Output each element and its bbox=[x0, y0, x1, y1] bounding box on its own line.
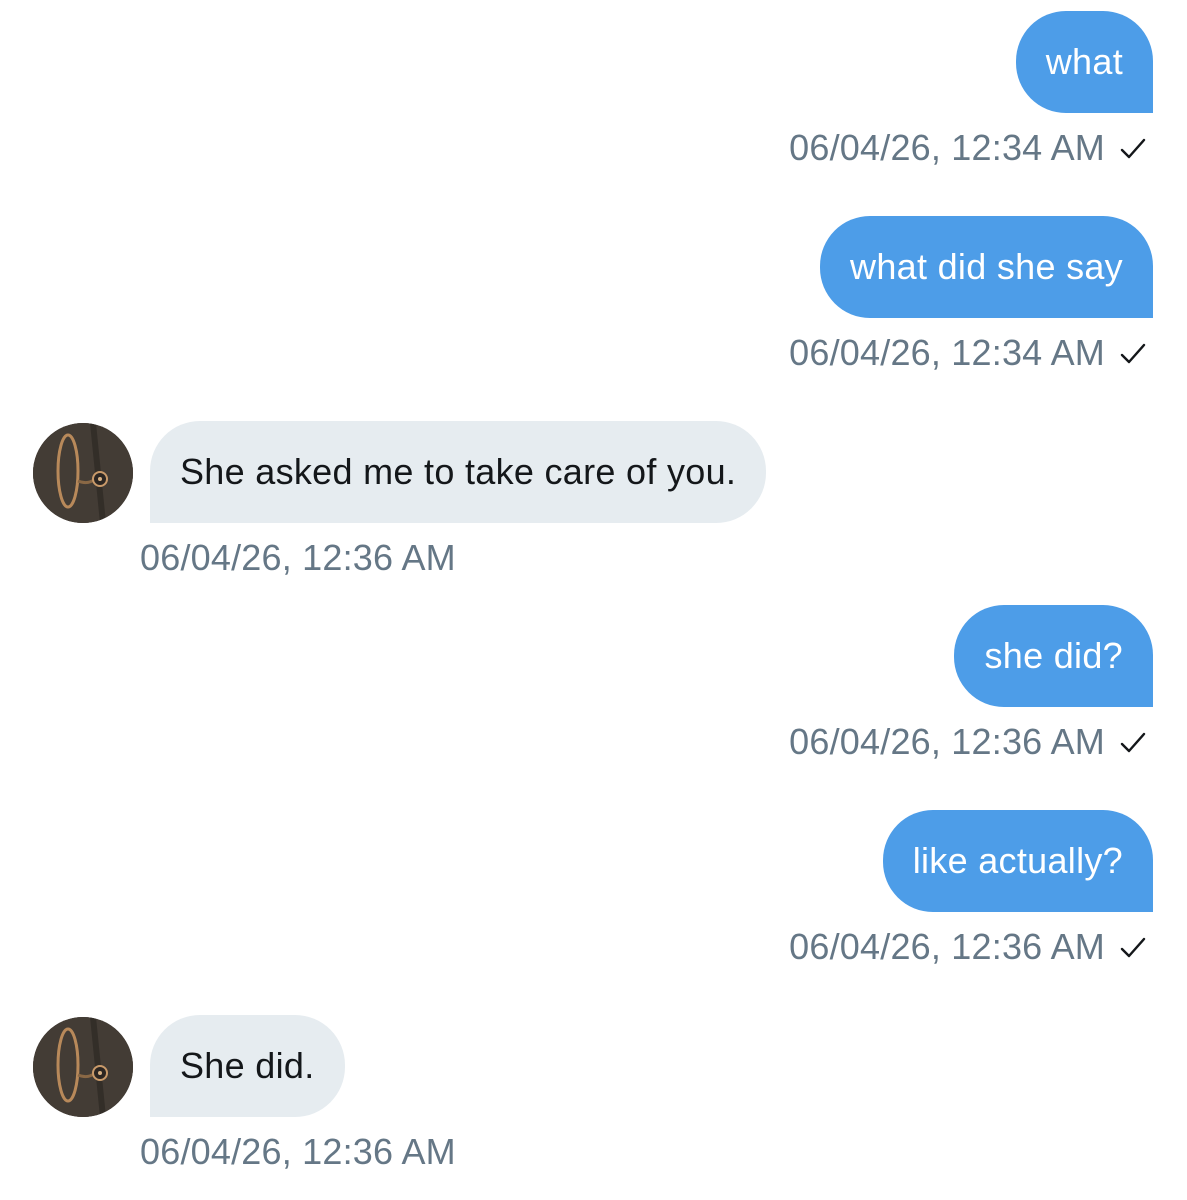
check-icon bbox=[1120, 732, 1146, 753]
message-text: like actually? bbox=[912, 840, 1123, 881]
message-thread: what 06/04/26, 12:34 AM what did she say… bbox=[0, 0, 1187, 1200]
message-text: She did. bbox=[180, 1045, 315, 1086]
message-timestamp: 06/04/26, 12:36 AM bbox=[140, 536, 456, 580]
message-timestamp: 06/04/26, 12:36 AM bbox=[789, 720, 1147, 764]
received-message-bubble[interactable]: She asked me to take care of you. bbox=[150, 421, 767, 523]
timestamp-text: 06/04/26, 12:34 AM bbox=[789, 332, 1105, 373]
timestamp-text: 06/04/26, 12:36 AM bbox=[140, 1131, 456, 1172]
timestamp-text: 06/04/26, 12:34 AM bbox=[789, 127, 1105, 168]
avatar-image bbox=[33, 1017, 133, 1117]
received-message-bubble[interactable]: She did. bbox=[150, 1015, 345, 1117]
sent-message-bubble[interactable]: like actually? bbox=[882, 810, 1153, 912]
timestamp-text: 06/04/26, 12:36 AM bbox=[140, 537, 456, 578]
timestamp-text: 06/04/26, 12:36 AM bbox=[789, 721, 1105, 762]
message-timestamp: 06/04/26, 12:36 AM bbox=[789, 925, 1147, 969]
check-icon bbox=[1120, 343, 1146, 364]
message-timestamp: 06/04/26, 12:34 AM bbox=[789, 331, 1147, 375]
stethoscope-avatar[interactable] bbox=[33, 1017, 133, 1117]
sent-message-bubble[interactable]: she did? bbox=[954, 605, 1153, 707]
message-timestamp: 06/04/26, 12:36 AM bbox=[140, 1130, 456, 1174]
check-icon bbox=[1120, 138, 1146, 159]
message-text: She asked me to take care of you. bbox=[180, 451, 737, 492]
sent-message-bubble[interactable]: what did she say bbox=[820, 216, 1153, 318]
sent-message-bubble[interactable]: what bbox=[1015, 11, 1153, 113]
message-text: what bbox=[1045, 41, 1123, 82]
message-timestamp: 06/04/26, 12:34 AM bbox=[789, 126, 1147, 170]
stethoscope-avatar[interactable] bbox=[33, 423, 133, 523]
message-text: she did? bbox=[984, 635, 1123, 676]
message-text: what did she say bbox=[850, 246, 1123, 287]
check-icon bbox=[1120, 937, 1146, 958]
timestamp-text: 06/04/26, 12:36 AM bbox=[789, 926, 1105, 967]
avatar-image bbox=[33, 423, 133, 523]
